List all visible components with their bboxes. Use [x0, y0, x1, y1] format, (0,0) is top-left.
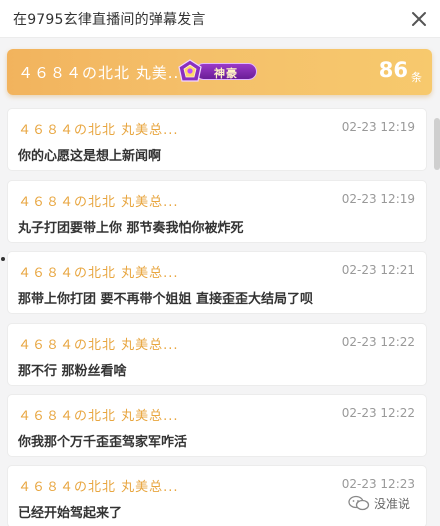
gem-badge-icon	[178, 59, 202, 82]
message-card: ４６８４の北北 丸美总... 02-23 12:22 你我那个万千歪歪驾家军咋活	[7, 394, 427, 457]
scrollbar-thumb[interactable]	[434, 118, 440, 170]
message-text: 那不行 那粉丝看啥	[18, 364, 127, 379]
close-icon	[412, 12, 426, 26]
badge-pill: 神豪	[195, 63, 257, 80]
watermark: 没准说	[348, 494, 430, 512]
message-time: 02-23 12:22	[341, 335, 415, 349]
message-user: ４６８４の北北 丸美总...	[18, 480, 179, 495]
message-text: 你的心愿这是想上新闻啊	[18, 149, 162, 164]
message-text: 丸子打团要带上你 那节奏我怕你被炸死	[18, 221, 244, 236]
message-user: ４６８４の北北 丸美总...	[18, 123, 179, 138]
message-list[interactable]: ４６８４の北北 丸美总... 02-23 12:19 你的心愿这是想上新闻啊 ４…	[7, 108, 427, 526]
message-time: 02-23 12:19	[341, 120, 415, 134]
window-title: 在9795玄律直播间的弹幕发言	[13, 12, 206, 28]
message-count: 86	[378, 58, 408, 82]
message-user: ４６８４の北北 丸美总...	[18, 338, 179, 353]
bullet-dot	[1, 257, 5, 261]
message-count-unit: 条	[411, 71, 422, 84]
message-card: ４６８４の北北 丸美总... 02-23 12:22 那不行 那粉丝看啥	[7, 323, 427, 386]
message-card: ４６８４の北北 丸美总... 02-23 12:21 那带上你打团 要不再带个姐…	[7, 251, 427, 314]
message-text: 你我那个万千歪歪驾家军咋活	[18, 435, 188, 450]
message-user: ４６８４の北北 丸美总...	[18, 266, 179, 281]
message-text: 已经开始驾起来了	[18, 506, 123, 521]
badge-label: 神豪	[214, 67, 238, 80]
watermark-text: 没准说	[374, 497, 411, 511]
summary-user-name: ４６８４の北北 丸美...	[18, 64, 186, 82]
wechat-icon	[348, 495, 370, 511]
message-time: 02-23 12:22	[341, 406, 415, 420]
message-user: ４６８４の北北 丸美总...	[18, 195, 179, 210]
close-button[interactable]	[408, 8, 430, 30]
message-card: ４６８４の北北 丸美总... 02-23 12:19 你的心愿这是想上新闻啊	[7, 108, 427, 171]
title-bar: 在9795玄律直播间的弹幕发言	[0, 0, 440, 38]
message-time: 02-23 12:21	[341, 263, 415, 277]
message-user: ４６８４の北北 丸美总...	[18, 409, 179, 424]
message-time: 02-23 12:19	[341, 192, 415, 206]
user-summary-banner: ４６８４の北北 丸美... 神豪 86 条	[7, 49, 432, 95]
message-text: 那带上你打团 要不再带个姐姐 直接歪歪大结局了呗	[18, 292, 314, 307]
rank-badge: 神豪	[177, 59, 263, 83]
message-card: ４６８４の北北 丸美总... 02-23 12:19 丸子打团要带上你 那节奏我…	[7, 180, 427, 243]
message-time: 02-23 12:23	[341, 477, 415, 491]
